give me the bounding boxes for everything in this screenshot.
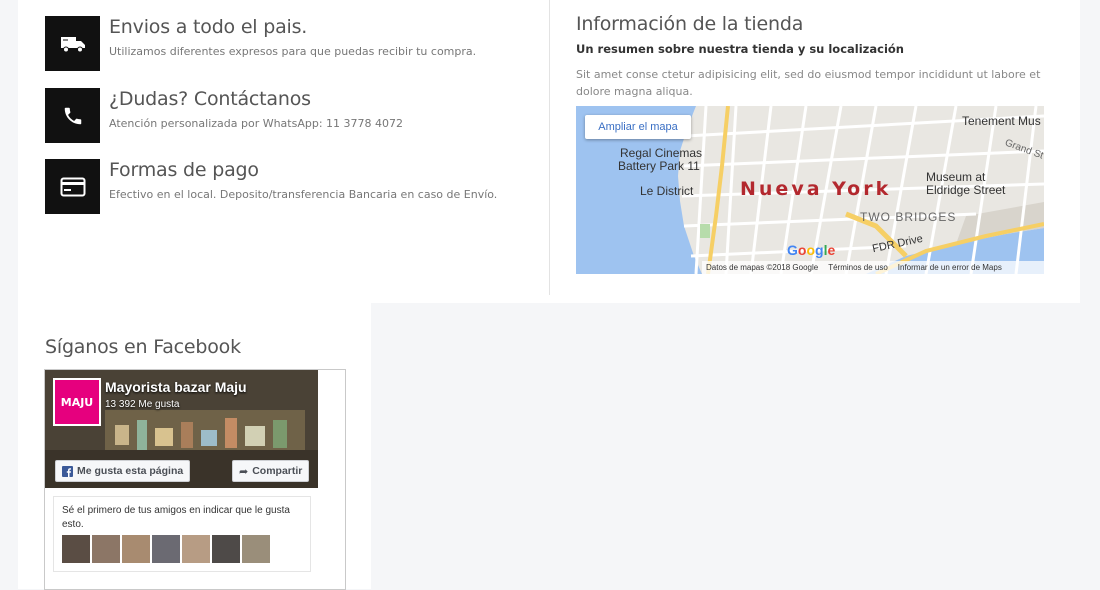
phone-icon — [45, 88, 100, 143]
facebook-section-title: Síganos en Facebook — [45, 336, 241, 358]
facebook-icon — [62, 465, 73, 477]
friend-avatar[interactable] — [62, 535, 90, 563]
feature-description: Efectivo en el local. Deposito/transfere… — [109, 188, 498, 201]
feature-title: Formas de pago — [109, 159, 259, 181]
map-label-museum: Museum at — [926, 170, 986, 184]
feature-title: ¿Dudas? Contáctanos — [109, 88, 311, 110]
truck-icon — [45, 16, 100, 71]
feature-shipping: Envios a todo el pais. Utilizamos difere… — [45, 16, 515, 72]
feature-title: Envios a todo el pais. — [109, 16, 308, 38]
facebook-friends-text: Sé el primero de tus amigos en indicar q… — [62, 505, 290, 530]
friend-avatar[interactable] — [242, 535, 270, 563]
like-button-label: Me gusta esta página — [77, 465, 184, 477]
facebook-friends-box: Sé el primero de tus amigos en indicar q… — [53, 496, 311, 572]
friend-avatar[interactable] — [182, 535, 210, 563]
feature-description: Utilizamos diferentes expresos para que … — [109, 45, 477, 58]
map-label-regal2: Battery Park 11 — [618, 159, 700, 173]
store-subtitle: Un resumen sobre nuestra tienda y su loc… — [576, 42, 904, 56]
facebook-cover-image[interactable]: MAJU Mayorista bazar Maju 13 392 Me gust… — [45, 370, 318, 488]
store-map[interactable]: Ampliar el mapa Regal Cinemas Battery Pa… — [576, 106, 1044, 274]
friend-avatar[interactable] — [92, 535, 120, 563]
facebook-like-button[interactable]: Me gusta esta página — [55, 460, 191, 482]
facebook-page-name[interactable]: Mayorista bazar Maju — [105, 379, 247, 395]
map-label-museum2: Eldridge Street — [926, 183, 1006, 197]
credit-card-icon — [45, 159, 100, 214]
map-label-city: Nueva York — [740, 178, 892, 200]
facebook-likes-count: 13 392 Me gusta — [105, 399, 180, 410]
map-label-le-district: Le District — [640, 184, 694, 198]
friend-avatar[interactable] — [122, 535, 150, 563]
friend-avatar[interactable] — [152, 535, 180, 563]
store-description: Sit amet conse ctetur adipisicing elit, … — [576, 68, 1041, 98]
share-icon: ➦ — [239, 465, 249, 478]
feature-payment: Formas de pago Efectivo en el local. Dep… — [45, 159, 515, 215]
map-label-two-bridges: TWO BRIDGES — [860, 210, 957, 224]
store-title: Información de la tienda — [576, 13, 804, 35]
feature-description: Atención personalizada por WhatsApp: 11 … — [109, 117, 404, 130]
google-logo: Google — [787, 242, 836, 258]
facebook-page-widget[interactable]: MAJU Mayorista bazar Maju 13 392 Me gust… — [44, 369, 346, 590]
map-report-link[interactable]: Informar de un error de Maps — [898, 263, 1002, 272]
facebook-friend-faces — [62, 535, 270, 563]
map-label-tenement: Tenement Mus — [962, 114, 1041, 128]
feature-contact: ¿Dudas? Contáctanos Atención personaliza… — [45, 88, 515, 144]
map-footer: Datos de mapas ©2018 Google Términos de … — [702, 261, 1044, 274]
column-divider — [549, 0, 550, 295]
share-button-label: Compartir — [252, 465, 303, 477]
map-terms-link[interactable]: Términos de uso — [828, 263, 888, 272]
enlarge-map-button[interactable]: Ampliar el mapa — [585, 115, 691, 139]
map-data-credit: Datos de mapas ©2018 Google — [706, 263, 819, 272]
facebook-share-button[interactable]: ➦ Compartir — [232, 460, 310, 482]
friend-avatar[interactable] — [212, 535, 240, 563]
facebook-page-logo[interactable]: MAJU — [53, 378, 101, 426]
map-label-regal: Regal Cinemas — [620, 146, 703, 160]
